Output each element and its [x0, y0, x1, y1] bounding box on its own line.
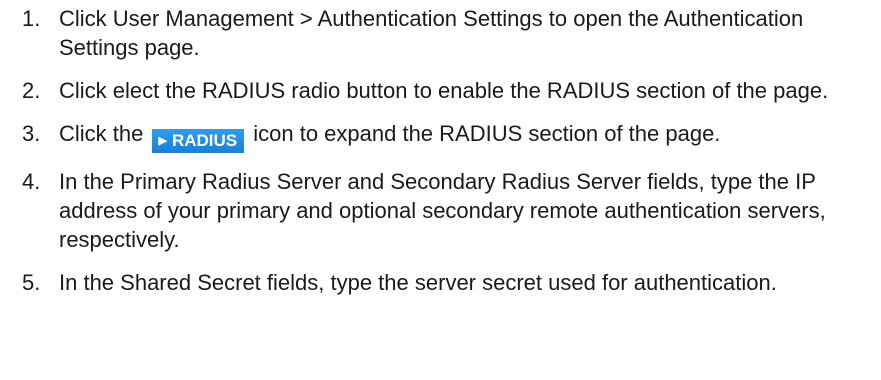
step-text: Click elect the RADIUS radio button to e… [59, 78, 829, 103]
step-text-after-icon: icon to expand the RADIUS section of the… [247, 121, 721, 146]
expand-arrow-icon: ▶ [158, 135, 167, 147]
step-number: 1. [22, 6, 41, 31]
step-number: 3. [22, 121, 41, 146]
step-4: 4. In the Primary Radius Server and Seco… [22, 167, 872, 254]
step-3: 3. Click the ▶ RADIUS icon to expand the … [22, 119, 872, 153]
step-text: In the Primary Radius Server and Seconda… [59, 169, 826, 252]
procedure-steps-list: 1. Click User Management > Authenticatio… [22, 4, 872, 297]
step-number: 2. [22, 78, 41, 103]
step-text: In the Shared Secret fields, type the se… [59, 270, 777, 295]
radius-expand-icon: ▶ RADIUS [152, 129, 245, 153]
step-1: 1. Click User Management > Authenticatio… [22, 4, 872, 62]
radius-icon-label: RADIUS [171, 131, 238, 150]
step-text-before-icon: Click the [59, 121, 150, 146]
step-number: 4. [22, 169, 41, 194]
step-number: 5. [22, 270, 41, 295]
step-5: 5. In the Shared Secret fields, type the… [22, 268, 872, 297]
step-2: 2. Click elect the RADIUS radio button t… [22, 76, 872, 105]
step-text: Click User Management > Authentication S… [59, 6, 804, 60]
